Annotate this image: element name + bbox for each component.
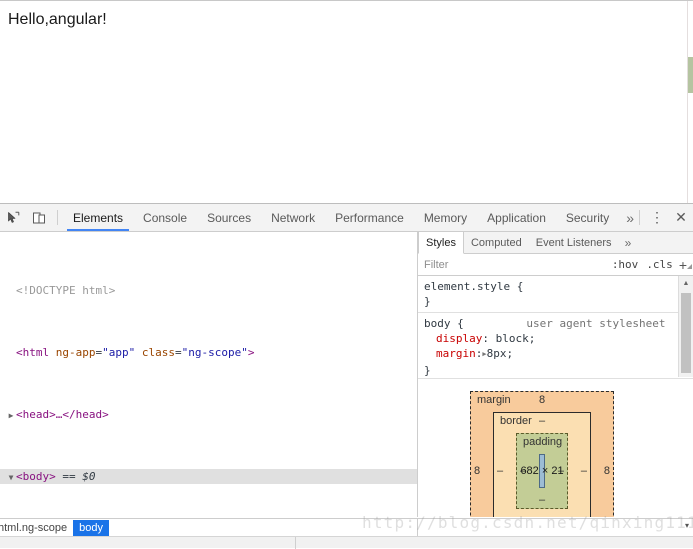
box-model-margin-top[interactable]: 8: [539, 394, 545, 406]
expand-triangle-body-icon[interactable]: ▼: [6, 470, 16, 486]
page-viewport: Hello,angular!: [0, 0, 693, 204]
styles-scrollbar[interactable]: ▲: [678, 276, 693, 377]
devtools-panel: Elements Console Sources Network Perform…: [0, 204, 693, 549]
dom-html-attr-class: class: [135, 345, 175, 359]
tab-computed[interactable]: Computed: [464, 232, 529, 253]
rule-header-body: body { user agent stylesheet: [424, 316, 693, 331]
tab-elements[interactable]: Elements: [63, 204, 133, 231]
dom-row-doctype[interactable]: ▶<!DOCTYPE html>: [0, 283, 417, 299]
tab-overflow-icon[interactable]: »: [619, 204, 634, 231]
close-icon[interactable]: ✕: [669, 204, 693, 231]
box-model-border-bottom[interactable]: –: [539, 515, 545, 517]
box-model-content[interactable]: 682 × 21: [520, 454, 564, 488]
page-scroll-marker: [688, 57, 693, 93]
styles-filter-bar: :hov .cls +: [418, 254, 693, 276]
dom-head-collapsed: <head>…</head>: [16, 407, 109, 421]
tab-security[interactable]: Security: [556, 204, 619, 231]
style-rule-element-style: element.style { }: [424, 276, 693, 309]
box-model-margin-left[interactable]: 8: [474, 465, 480, 477]
tab-application[interactable]: Application: [477, 204, 556, 231]
dom-html-attr-class-value: "ng-scope": [181, 345, 248, 359]
declaration-display[interactable]: display: block;: [424, 331, 693, 346]
dom-body-open: <body>: [16, 469, 56, 483]
dom-row-body[interactable]: ▼ <body> == $0: [0, 468, 417, 486]
dom-tree: ▶<!DOCTYPE html> ▶<html ng-app="app" cla…: [0, 232, 417, 517]
styles-rules-list: element.style { } body { user agent styl…: [418, 276, 693, 377]
chevron-down-icon[interactable]: ▾: [685, 521, 689, 530]
dom-html-attr-ngapp: ng-app: [49, 345, 96, 359]
rule-selector-element-style[interactable]: element.style {: [424, 279, 693, 294]
tab-network[interactable]: Network: [261, 204, 325, 231]
box-model-area: margin 8 8 8 8 border – – – – paddin: [418, 378, 693, 517]
inspect-element-icon[interactable]: [0, 204, 26, 231]
box-model-padding[interactable]: padding – – – 682 × 21: [516, 433, 568, 509]
toolbar-divider: [57, 210, 58, 225]
expand-triangle-margin-icon[interactable]: ▶: [482, 347, 486, 362]
page-scrollbar[interactable]: [687, 2, 693, 203]
box-model-padding-bottom[interactable]: –: [539, 494, 545, 506]
box-model-border-right[interactable]: –: [581, 465, 587, 477]
scrollbar-thumb[interactable]: [681, 293, 691, 373]
styles-filter-input[interactable]: [424, 258, 608, 271]
dom-html-open: <html: [16, 345, 50, 359]
cls-toggle-button[interactable]: .cls: [642, 258, 677, 271]
hov-toggle-button[interactable]: :hov: [608, 258, 643, 271]
breadcrumb: html.ng-scope body: [0, 518, 418, 536]
dom-html-attr-ngapp-value: "app": [102, 345, 136, 359]
style-rule-body: body { user agent stylesheet display: bl…: [424, 313, 693, 377]
device-toolbar-icon[interactable]: [26, 204, 52, 231]
box-model-border-left[interactable]: –: [497, 465, 503, 477]
dom-tree-pane: ▶<!DOCTYPE html> ▶<html ng-app="app" cla…: [0, 232, 418, 517]
box-model-border-top[interactable]: –: [539, 415, 545, 427]
declaration-display-value[interactable]: block;: [496, 332, 536, 345]
page-hello-text: Hello,angular!: [8, 11, 107, 28]
styles-overflow-icon[interactable]: »: [619, 232, 638, 253]
breadcrumb-item-body[interactable]: body: [73, 519, 109, 536]
box-model-padding-label: padding: [523, 436, 563, 448]
kebab-menu-icon[interactable]: ⋮: [645, 204, 669, 231]
scroll-up-arrow-icon[interactable]: ▲: [679, 276, 693, 290]
box-model-margin[interactable]: margin 8 8 8 8 border – – – – paddin: [470, 391, 614, 517]
tab-event-listeners[interactable]: Event Listeners: [529, 232, 619, 253]
declaration-margin[interactable]: margin:▶8px;: [424, 346, 693, 363]
tab-performance[interactable]: Performance: [325, 204, 414, 231]
declaration-display-property: display: [436, 332, 483, 345]
rule-origin-body: user agent stylesheet: [526, 317, 666, 330]
breadcrumb-item-html[interactable]: html.ng-scope: [0, 520, 73, 536]
resize-corner-icon[interactable]: [687, 264, 692, 269]
devtools-toolbar-right: ⋮ ✕: [634, 204, 693, 231]
styles-tabstrip: Styles Computed Event Listeners »: [418, 232, 693, 254]
styles-bottom-strip: ▾: [418, 518, 693, 536]
devtools-window: Hello,angular! Elements Console Sources …: [0, 0, 693, 549]
devtools-tab-list: Elements Console Sources Network Perform…: [63, 204, 634, 231]
declaration-margin-property: margin: [436, 347, 476, 360]
box-model-border-label: border: [500, 415, 532, 427]
tab-styles[interactable]: Styles: [418, 232, 464, 254]
expand-triangle-head-icon[interactable]: ▶: [6, 408, 16, 424]
devtools-footer: [0, 536, 693, 549]
dom-row-head[interactable]: ▶ <head>…</head>: [0, 407, 417, 423]
toolbar-divider-right: [639, 210, 640, 225]
devtools-tabstrip: Elements Console Sources Network Perform…: [0, 204, 693, 232]
box-model-border[interactable]: border – – – – padding – – – 682 × 21: [493, 412, 591, 517]
rule-close-element-style: }: [424, 295, 431, 308]
styles-pane: Styles Computed Event Listeners » :hov .…: [418, 232, 693, 517]
dom-html-close-bracket: >: [247, 345, 255, 359]
tab-console[interactable]: Console: [133, 204, 197, 231]
devtools-main: ▶<!DOCTYPE html> ▶<html ng-app="app" cla…: [0, 232, 693, 517]
rule-close-body: }: [424, 364, 431, 377]
dom-body-selected-marker: == $0: [55, 469, 96, 483]
rule-selector-body[interactable]: body {: [424, 317, 464, 330]
tab-sources[interactable]: Sources: [197, 204, 261, 231]
page-content: Hello,angular!: [0, 1, 693, 38]
dom-doctype: <!DOCTYPE html>: [16, 283, 116, 297]
dom-row-html[interactable]: ▶<html ng-app="app" class="ng-scope">: [0, 345, 417, 361]
box-model-margin-right[interactable]: 8: [604, 465, 610, 477]
footer-divider: [295, 537, 296, 549]
declaration-margin-value[interactable]: 8px;: [487, 347, 514, 360]
tab-memory[interactable]: Memory: [414, 204, 477, 231]
box-model-margin-label: margin: [477, 394, 511, 406]
